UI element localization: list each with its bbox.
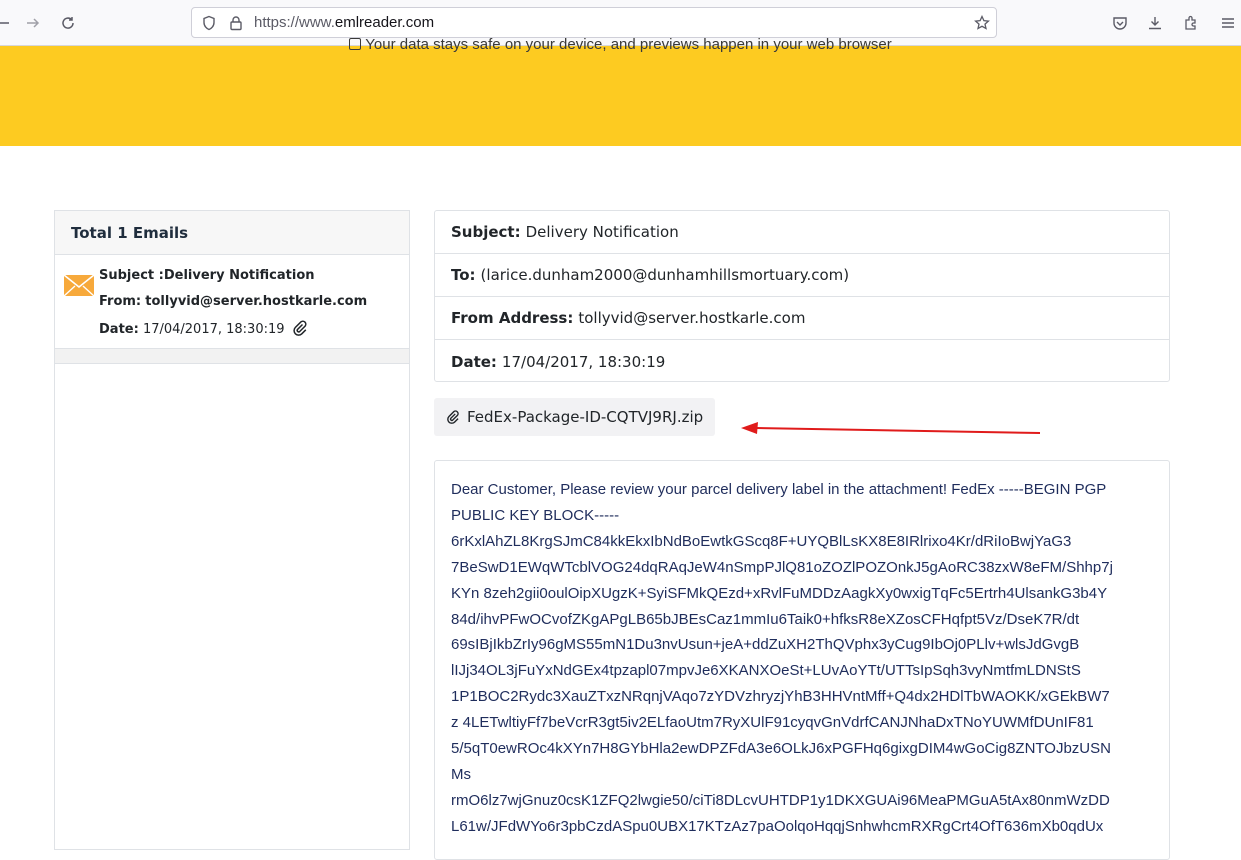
email-count-header: Total 1 Emails — [55, 211, 409, 255]
email-body-card: Dear Customer, Please review your parcel… — [434, 460, 1170, 860]
envelope-icon — [63, 273, 95, 301]
body-line: 84d/ihvPFwOCvofZKgAPgLB65bJBEsCaz1mmIu6T… — [451, 610, 1080, 628]
address-bar[interactable]: https://www.emlreader.com — [191, 7, 997, 38]
date-row: Date: 17/04/2017, 18:30:19 — [451, 352, 666, 371]
email-list-panel: Total 1 Emails Subject :Delivery Notific… — [54, 210, 410, 850]
bookmark-star-icon[interactable] — [971, 12, 993, 34]
body-line: KYn 8zeh2gii0oulOipXUgzK+SyiSFMkQEzd+xRv… — [451, 584, 1108, 602]
paperclip-icon — [292, 320, 308, 340]
paperclip-icon — [446, 410, 467, 424]
body-line: z 4LETwltiyFf7beVcrR3gt5iv2ELfaoUtm7RyXU… — [451, 714, 1094, 732]
back-icon[interactable] — [0, 12, 14, 34]
body-line: 7BeSwD1EWqWTcblVOG24dqRAqJeW4nSmpPJlQ81o… — [451, 558, 1113, 576]
reload-icon[interactable] — [57, 12, 79, 34]
body-line: 69sIBjIkbZrIy96gMS55mN1Du3nvUsun+jeA+ddZ… — [451, 636, 1080, 654]
list-footer-strip — [55, 349, 409, 364]
shield-icon[interactable] — [198, 12, 220, 34]
body-line: Ms — [451, 765, 471, 783]
lock-icon[interactable] — [225, 12, 247, 34]
body-line: Dear Customer, Please review your parcel… — [451, 481, 1107, 498]
list-from: From: tollyvid@server.hostkarle.com — [99, 294, 368, 309]
extensions-icon[interactable] — [1180, 12, 1202, 34]
pocket-icon[interactable] — [1109, 12, 1131, 34]
body-line: lIJj34OL3jFuYxNdGEx4tpzapl07mpvJe6XKANXO… — [451, 662, 1081, 680]
email-list-item[interactable]: Subject :Delivery Notification From: tol… — [55, 255, 409, 349]
forward-icon[interactable] — [22, 12, 44, 34]
body-line: rmO6lz7wjGnuz0csK1ZFQ2lwgie50/ciTi8DLcvU… — [451, 791, 1110, 809]
annotation-arrow — [741, 422, 1041, 434]
body-line: L61w/JFdWYo6r3pbCzdASpu0UBX17KTzAz7paOol… — [451, 817, 1104, 835]
privacy-notice: Your data stays safe on your device, and… — [0, 36, 1241, 53]
body-line: 1P1BOC2Rydc3XauZTxzNRqnjVAqo7zYDVzhryzjY… — [451, 688, 1110, 706]
body-line: PUBLIC KEY BLOCK----- — [451, 506, 620, 524]
attachment-filename[interactable]: FedEx-Package-ID-CQTVJ9RJ.zip — [467, 408, 703, 426]
lock-badge-icon — [349, 38, 362, 50]
email-header-card: Subject: Delivery Notification To: (larice… — [434, 210, 1170, 382]
to-row: To: (larice.dunham2000@dunhamhillsmortuar… — [435, 254, 1169, 297]
downloads-icon[interactable] — [1144, 12, 1166, 34]
attachment-chip[interactable]: FedEx-Package-ID-CQTVJ9RJ.zip — [434, 398, 715, 436]
email-body: Dear Customer, Please review your parcel… — [451, 477, 1155, 840]
subject-row: Subject: Delivery Notification — [435, 211, 1169, 254]
url-text[interactable]: https://www.emlreader.com — [254, 14, 434, 31]
hero-banner: Your data stays safe on your device, and… — [0, 36, 1241, 146]
body-line: 5/5qT0ewROc4kXYn7H8GYbHla2ewDPZFdA3e6OLk… — [451, 740, 1111, 758]
list-subject: Subject :Delivery Notification — [99, 268, 315, 283]
menu-icon[interactable] — [1217, 12, 1239, 34]
from-row: From Address: tollyvid@server.hostkarle.c… — [435, 297, 1169, 340]
list-date: Date: 17/04/2017, 18:30:19 — [99, 320, 308, 340]
body-line: 6rKxlAhZL8KrgSJmC84kkEkxIbNdBoEwtkGScq8F… — [451, 532, 1072, 550]
